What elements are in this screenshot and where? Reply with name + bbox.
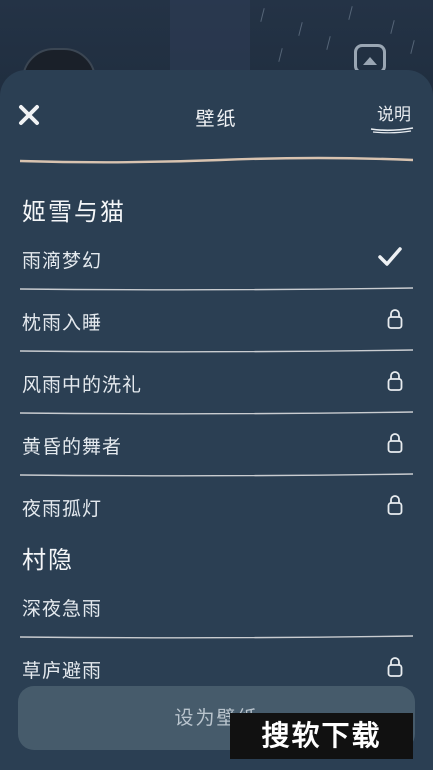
lock-icon	[387, 370, 403, 396]
check-icon	[377, 246, 403, 272]
rain-streak	[260, 8, 265, 22]
wallpaper-item-label: 草庐避雨	[22, 660, 103, 682]
section-title: 姬雪与猫	[22, 198, 126, 226]
wallpaper-item-label: 雨滴梦幻	[22, 250, 103, 272]
help-underline	[370, 127, 414, 134]
help-link[interactable]: 说明	[377, 100, 411, 125]
lock-icon	[387, 656, 403, 682]
wallpaper-item[interactable]: 黄昏的舞者	[20, 416, 413, 478]
wallpaper-item[interactable]: 枕雨入睡	[20, 292, 413, 354]
watermark-logo: 搜软下载	[230, 713, 413, 759]
wallpaper-item[interactable]: 雨滴梦幻	[20, 230, 413, 292]
wallpaper-item[interactable]: 夜雨孤灯	[20, 478, 413, 540]
rain-streak	[348, 6, 353, 20]
wallpaper-item[interactable]: 深夜急雨	[20, 578, 413, 640]
section-title: 村隐	[22, 546, 74, 574]
rain-streak	[326, 36, 331, 50]
lock-icon	[387, 494, 403, 520]
wallpaper-item-label: 枕雨入睡	[22, 312, 103, 334]
rain-streak	[390, 20, 395, 34]
wallpaper-item-label: 黄昏的舞者	[22, 436, 123, 458]
wallpaper-item[interactable]: 风雨中的洗礼	[20, 354, 413, 416]
wallpaper-item-label: 风雨中的洗礼	[22, 374, 143, 396]
title-divider	[20, 156, 413, 164]
rain-streak	[410, 40, 415, 54]
lock-icon	[387, 308, 403, 334]
wallpaper-sheet: 壁纸 说明 姬雪与猫 雨滴梦幻 枕雨入睡 风雨中的洗礼 黄昏的舞者 夜雨孤灯 村…	[0, 70, 433, 770]
rain-streak	[298, 22, 303, 36]
wallpaper-item-label: 夜雨孤灯	[22, 498, 103, 520]
rain-streak	[278, 48, 283, 62]
wallpaper-item-label: 深夜急雨	[22, 598, 103, 620]
lock-icon	[387, 432, 403, 458]
